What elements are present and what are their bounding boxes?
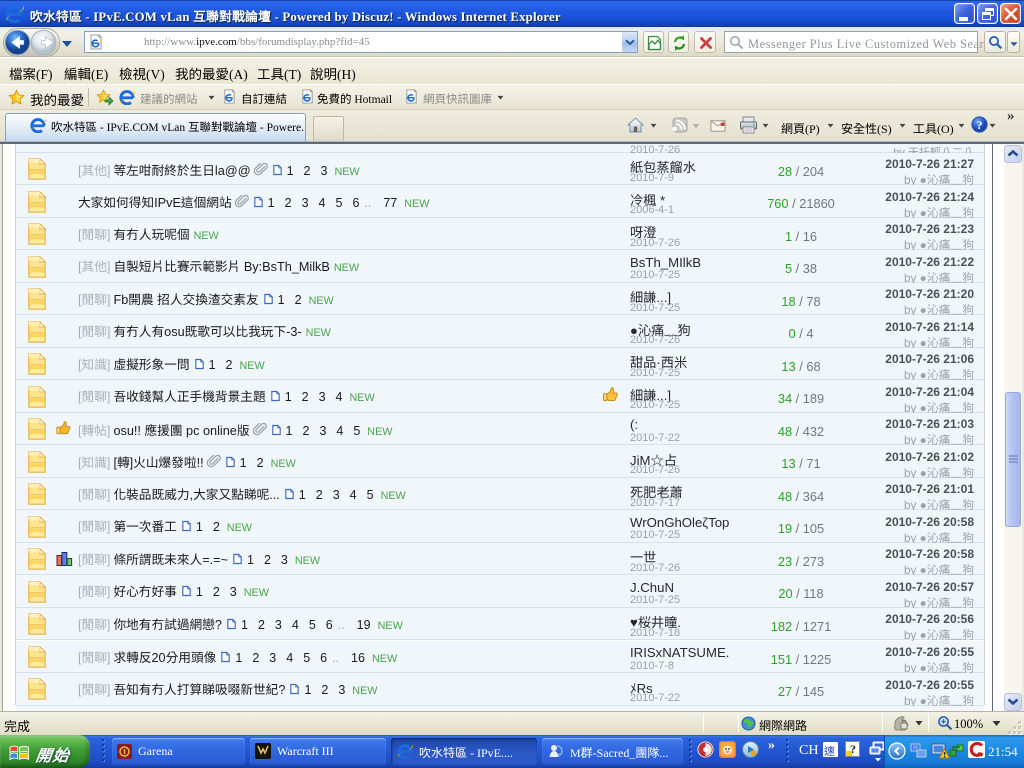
svg-text:?: ? xyxy=(977,118,983,132)
